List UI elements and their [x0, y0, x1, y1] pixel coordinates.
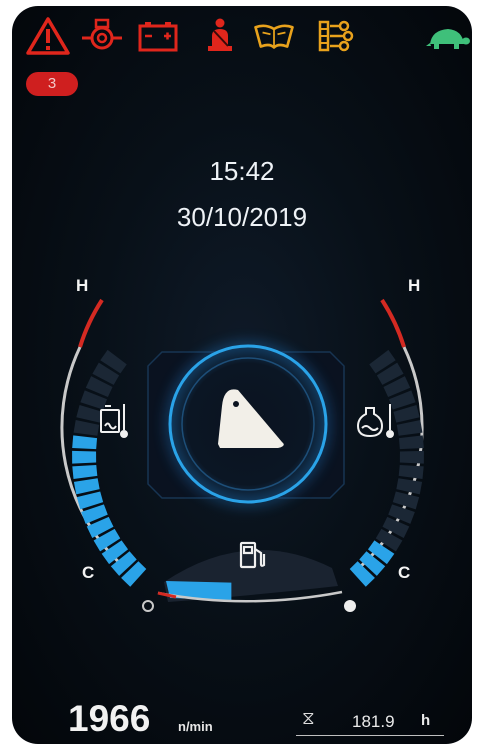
- left-gauge-segment: [73, 478, 100, 495]
- fuel-full-marker: [344, 600, 356, 612]
- right-temperature-gauge: [349, 349, 424, 587]
- coolant-temperature-icon: [356, 404, 394, 438]
- hour-meter-unit: h: [421, 712, 431, 729]
- hour-meter-underline: [296, 735, 444, 736]
- right-gauge-segment: [396, 478, 423, 495]
- left-gauge-segment: [72, 450, 97, 464]
- instrument-display: 3 15:42 30/10/2019 H C H C 1966 n/min ⧖ …: [12, 6, 472, 744]
- hourglass-icon: ⧖: [302, 708, 315, 728]
- left-gauge-low-label: C: [82, 563, 94, 582]
- left-temperature-gauge: [72, 349, 147, 587]
- right-gauge-high-label: H: [408, 276, 420, 295]
- right-gauge-low-label: C: [398, 563, 410, 582]
- fuel-empty-marker: [142, 600, 154, 612]
- engine-speed-unit: n/min: [178, 719, 213, 734]
- right-gauge-segment: [399, 450, 424, 464]
- gauge-cluster: H C H C: [60, 276, 424, 612]
- left-gauge-red-zone: [78, 298, 104, 348]
- right-gauge-red-zone: [380, 298, 406, 348]
- hour-meter-value: 181.9: [352, 712, 395, 731]
- left-gauge-segment: [73, 420, 100, 436]
- engine-speed-value: 1966: [68, 698, 151, 739]
- left-gauge-segment: [72, 464, 98, 480]
- right-gauge-segment: [398, 464, 424, 480]
- right-gauge-segment: [396, 420, 423, 436]
- left-gauge-segment: [72, 435, 98, 450]
- left-gauge-high-label: H: [76, 276, 88, 295]
- hydraulic-oil-temperature-icon: [100, 404, 128, 438]
- right-gauge-segment: [398, 435, 424, 450]
